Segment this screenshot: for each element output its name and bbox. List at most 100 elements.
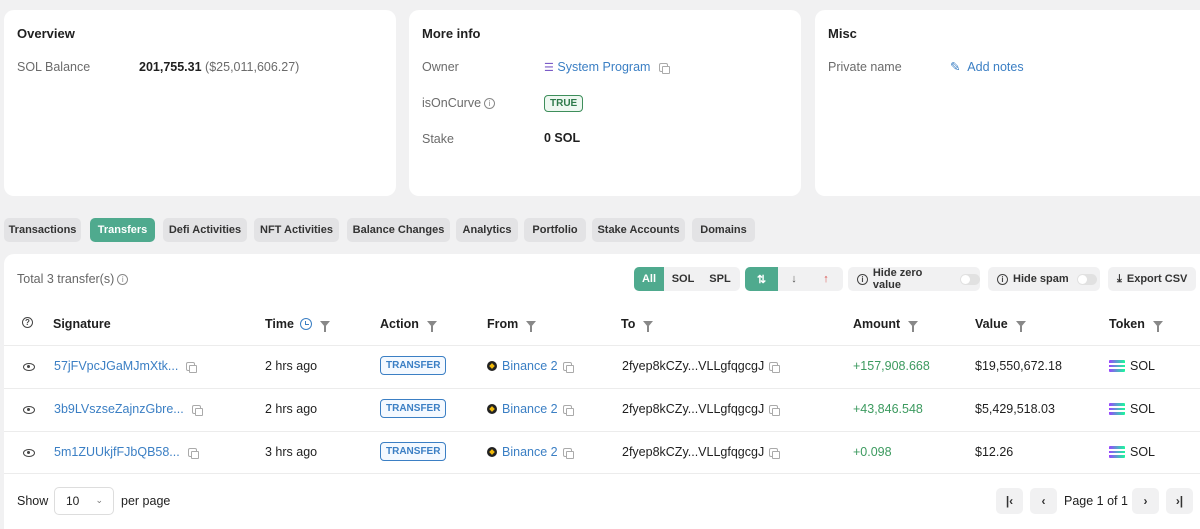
copy-icon[interactable]: [186, 361, 198, 373]
eye-icon[interactable]: [23, 363, 35, 371]
tab-domains[interactable]: Domains: [692, 218, 755, 242]
copy-icon[interactable]: [562, 447, 574, 459]
export-csv-button[interactable]: ⤓ Export CSV: [1108, 267, 1196, 291]
signature-cell[interactable]: 5m1ZUUkjfFJbQB58...: [54, 445, 199, 459]
export-label: Export CSV: [1126, 273, 1188, 285]
sol-balance-usd: ($25,011,606.27): [205, 60, 300, 74]
from-cell[interactable]: Binance 2: [487, 445, 574, 459]
tab-transfers[interactable]: Transfers: [90, 218, 155, 242]
last-page-button[interactable]: ›|: [1166, 488, 1193, 514]
owner-link[interactable]: System Program: [557, 60, 650, 74]
hide-spam-toggle[interactable]: i Hide spam: [988, 267, 1100, 291]
divider: [4, 431, 1200, 432]
filter-icon[interactable]: [643, 321, 654, 332]
signature-link[interactable]: 57jFVpcJGaMJmXtk...: [54, 359, 178, 373]
amount-cell: +0.098: [853, 445, 892, 459]
from-link[interactable]: Binance 2: [502, 359, 558, 373]
from-cell[interactable]: Binance 2: [487, 359, 574, 373]
overview-title: Overview: [17, 26, 75, 41]
to-cell[interactable]: 2fyep8kCZy...VLLgfqgcgJ: [622, 402, 781, 416]
tab-defi-activities[interactable]: Defi Activities: [163, 218, 247, 242]
solana-icon: [1109, 446, 1125, 458]
total-transfers: Total 3 transfer(s) i: [17, 272, 129, 286]
private-name-label: Private name: [828, 60, 902, 74]
sol-balance-value: 201,755.31 ($25,011,606.27): [139, 60, 299, 74]
tab-portfolio[interactable]: Portfolio: [524, 218, 586, 242]
arrow-up-icon[interactable]: ↑: [810, 267, 842, 291]
col-token-label: Token: [1109, 317, 1145, 331]
hide-zero-toggle[interactable]: i Hide zero value: [848, 267, 980, 291]
page-size-select[interactable]: 10 ⌄: [54, 487, 114, 515]
tab-balance-changes[interactable]: Balance Changes: [347, 218, 450, 242]
clock-icon[interactable]: [299, 318, 312, 330]
tab-nft-activities[interactable]: NFT Activities: [254, 218, 339, 242]
show-label: Show: [17, 494, 49, 508]
add-notes-label: Add notes: [967, 60, 1024, 74]
from-cell[interactable]: Binance 2: [487, 402, 574, 416]
filter-icon[interactable]: [426, 321, 437, 332]
tab-analytics[interactable]: Analytics: [456, 218, 518, 242]
filter-icon[interactable]: [526, 321, 537, 332]
first-page-button[interactable]: |‹: [996, 488, 1023, 514]
transfer-badge: TRANSFER: [380, 356, 447, 375]
filter-icon[interactable]: [908, 321, 919, 332]
sol-balance-label: SOL Balance: [17, 60, 91, 74]
arrow-down-icon[interactable]: ↓: [778, 267, 810, 291]
col-value-label: Value: [975, 317, 1008, 331]
signature-cell[interactable]: 57jFVpcJGaMJmXtk...: [54, 359, 198, 373]
info-icon[interactable]: i: [484, 98, 496, 110]
toggle-switch[interactable]: [960, 273, 980, 285]
oncurve-label: isOnCurve i: [422, 96, 496, 110]
copy-icon[interactable]: [187, 447, 199, 459]
copy-icon[interactable]: [562, 404, 574, 416]
help-icon[interactable]: ?: [22, 317, 33, 328]
filter-sol-button[interactable]: SOL: [664, 267, 702, 291]
from-link[interactable]: Binance 2: [502, 445, 558, 459]
eye-icon[interactable]: [23, 449, 35, 457]
signature-link[interactable]: 5m1ZUUkjfFJbQB58...: [54, 445, 180, 459]
token-cell[interactable]: SOL: [1109, 359, 1155, 373]
copy-icon[interactable]: [769, 447, 781, 459]
tab-transactions[interactable]: Transactions: [4, 218, 81, 242]
filter-all-button[interactable]: All: [634, 267, 664, 291]
toggle-switch[interactable]: [1076, 273, 1097, 285]
copy-icon[interactable]: [769, 404, 781, 416]
filter-spl-button[interactable]: SPL: [702, 267, 738, 291]
signature-link[interactable]: 3b9LVszseZajnzGbre...: [54, 402, 184, 416]
col-to: To: [621, 317, 654, 332]
stake-label: Stake: [422, 132, 454, 146]
true-badge: TRUE: [544, 95, 584, 112]
info-icon[interactable]: i: [117, 274, 129, 286]
copy-icon[interactable]: [658, 63, 670, 75]
to-address[interactable]: 2fyep8kCZy...VLLgfqgcgJ: [622, 402, 764, 416]
token-cell[interactable]: SOL: [1109, 445, 1155, 459]
both-directions-icon[interactable]: ⇅: [745, 267, 778, 291]
to-cell[interactable]: 2fyep8kCZy...VLLgfqgcgJ: [622, 359, 781, 373]
to-address[interactable]: 2fyep8kCZy...VLLgfqgcgJ: [622, 445, 764, 459]
amount-cell: +43,846.548: [853, 402, 923, 416]
copy-icon[interactable]: [191, 404, 203, 416]
to-address[interactable]: 2fyep8kCZy...VLLgfqgcgJ: [622, 359, 764, 373]
token-cell[interactable]: SOL: [1109, 402, 1155, 416]
add-notes-button[interactable]: ✎ Add notes: [950, 59, 1024, 74]
filter-icon[interactable]: [319, 321, 330, 332]
owner-value[interactable]: ☰ System Program: [544, 60, 670, 75]
next-page-button[interactable]: ›: [1132, 488, 1159, 514]
eye-icon[interactable]: [23, 406, 35, 414]
signature-cell[interactable]: 3b9LVszseZajnzGbre...: [54, 402, 203, 416]
hide-spam-label: Hide spam: [1013, 273, 1069, 285]
copy-icon[interactable]: [769, 361, 781, 373]
divider: [4, 388, 1200, 389]
copy-icon[interactable]: [562, 361, 574, 373]
tab-stake-accounts[interactable]: Stake Accounts: [592, 218, 685, 242]
value-cell: $5,429,518.03: [975, 402, 1055, 416]
prev-page-button[interactable]: ‹: [1030, 488, 1057, 514]
divider: [4, 345, 1200, 346]
filter-icon[interactable]: [1015, 321, 1026, 332]
from-link[interactable]: Binance 2: [502, 402, 558, 416]
transfers-panel: Total 3 transfer(s) i All SOL SPL ⇅ ↓ ↑ i…: [4, 254, 1200, 529]
chevron-down-icon: ⌄: [95, 495, 103, 505]
filter-icon[interactable]: [1152, 321, 1163, 332]
page-indicator: Page 1 of 1: [1064, 494, 1128, 508]
to-cell[interactable]: 2fyep8kCZy...VLLgfqgcgJ: [622, 445, 781, 459]
